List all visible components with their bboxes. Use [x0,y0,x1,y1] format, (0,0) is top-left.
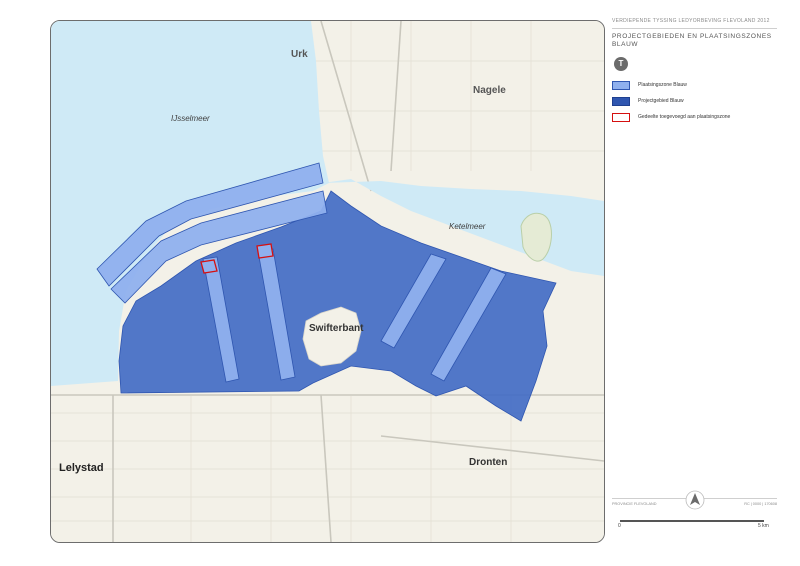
scale-start-label: 0 [618,523,621,529]
swatch-plaatsingszone [612,80,630,90]
legend-panel: VERDIEPENDE TYSSING LEDYORBEVING FLEVOLA… [612,18,777,530]
legend-item-projectgebied: Projectgebied Blauw [612,93,777,109]
legend-item-toegevoegd: Gedeelte toegevoegd aan plaatsingszone [612,109,777,125]
footer-right-text: RC | 0000 | 170608 [744,502,777,506]
label-swifterbant: Swifterbant [309,323,364,334]
swatch-toegevoegd [612,112,630,122]
panel-divider [612,28,777,29]
legend-label-plaatsingszone: Plaatsingszone Blauw [638,82,687,88]
panel-title-line1: PROJECTGEBIEDEN EN PLAATSINGSZONES [612,33,772,40]
footer-left-text: PROVINCIE FLEVOLAND [612,502,657,506]
added-part-2[interactable] [256,243,274,259]
legend-item-plaatsingszone: Plaatsingszone Blauw [612,77,777,93]
legend-label-projectgebied: Projectgebied Blauw [638,98,684,104]
scale-bar: 0 5 km [618,520,770,530]
map-frame[interactable]: Urk Nagele IJsselmeer Ketelmeer Swifterb… [50,20,605,543]
panel-footer: PROVINCIE FLEVOLAND RC | 0000 | 170608 0… [612,490,777,529]
north-arrow-icon [685,490,705,510]
label-nagele: Nagele [473,85,506,96]
label-urk: Urk [291,49,308,60]
label-ketelmeer: Ketelmeer [449,222,486,231]
label-dronten: Dronten [469,457,507,468]
legend-label-toegevoegd: Gedeelte toegevoegd aan plaatsingszone [638,114,731,120]
swatch-projectgebied [612,96,630,106]
scale-line [620,520,764,522]
panel-title-line2: BLAUW [612,41,639,48]
map-canvas[interactable]: Urk Nagele IJsselmeer Ketelmeer Swifterb… [51,21,604,542]
label-lelystad: Lelystad [59,462,104,474]
added-part-1[interactable] [200,259,218,274]
scale-end-label: 5 km [758,523,769,529]
label-ijsselmeer: IJsselmeer [171,114,210,123]
topo-symbol-icon: T [614,57,628,71]
panel-header: VERDIEPENDE TYSSING LEDYORBEVING FLEVOLA… [612,18,770,24]
